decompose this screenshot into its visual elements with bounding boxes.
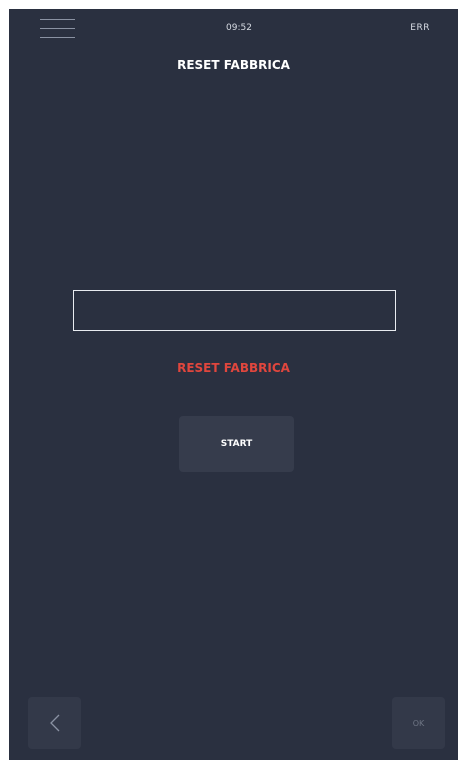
ok-button-label: OK: [412, 718, 425, 728]
start-button-label: START: [220, 439, 253, 449]
chevron-left-icon: [49, 714, 59, 732]
page-title: RESET FABBRICA: [177, 58, 290, 72]
status-indicator: ERR: [410, 23, 430, 33]
menu-line: [40, 37, 75, 38]
warning-text: RESET FABBRICA: [177, 361, 290, 375]
hamburger-menu-icon[interactable]: [40, 19, 75, 39]
start-button[interactable]: START: [179, 416, 294, 472]
value-input-field[interactable]: [73, 290, 396, 331]
menu-line: [40, 19, 75, 20]
device-screen: 09:52 ERR RESET FABBRICA RESET FABBRICA …: [9, 9, 458, 760]
menu-line: [40, 28, 75, 29]
clock-time: 09:52: [226, 23, 252, 33]
back-button[interactable]: [28, 697, 81, 749]
ok-button[interactable]: OK: [392, 697, 445, 749]
